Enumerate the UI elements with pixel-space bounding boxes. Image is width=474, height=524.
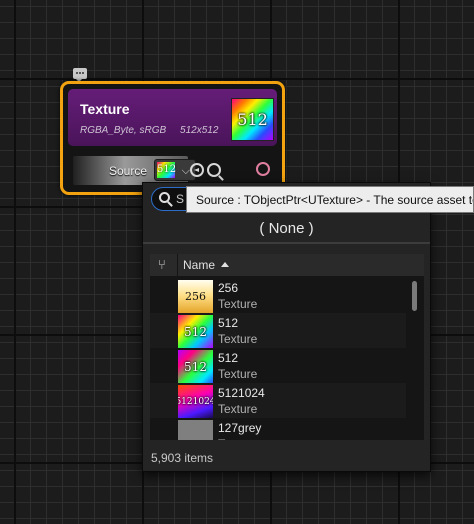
source-pin-row: Source 512 ⌵ bbox=[73, 156, 196, 185]
list-item[interactable]: 127grey Texture bbox=[150, 418, 406, 440]
asset-type: Texture bbox=[218, 367, 258, 381]
asset-name: 5121024 bbox=[218, 386, 265, 400]
node-subtitle: RGBA_Byte, sRGB 512x512 bbox=[80, 125, 219, 136]
node-header[interactable]: Texture RGBA_Byte, sRGB 512x512 512 bbox=[68, 89, 277, 146]
asset-name: 127grey bbox=[218, 421, 262, 435]
output-pin[interactable] bbox=[256, 162, 270, 176]
node-texture-thumbnail: 512 bbox=[231, 98, 274, 141]
thumbnail-label: 512 bbox=[237, 110, 268, 129]
use-selected-arrow-icon[interactable] bbox=[190, 163, 204, 177]
pin-tooltip: Source : TObjectPtr<UTexture> - The sour… bbox=[186, 186, 474, 213]
sort-ascending-icon bbox=[221, 262, 230, 267]
asset-name: 512 bbox=[218, 351, 239, 365]
name-column-header[interactable]: Name bbox=[178, 254, 406, 276]
source-asset-value: 512 bbox=[157, 162, 176, 178]
asset-thumbnail: 5121024 bbox=[178, 385, 213, 418]
branch-filter-icon: ⑂ bbox=[158, 258, 166, 273]
scrollbar-thumb[interactable] bbox=[412, 281, 417, 311]
asset-list: ⑂ Name 256 256 Texture 512 512 Texture 5… bbox=[150, 254, 424, 440]
none-option[interactable]: ( None ) bbox=[143, 217, 430, 241]
asset-type: Texture bbox=[218, 297, 258, 311]
list-scrollbar[interactable] bbox=[410, 278, 420, 438]
asset-type: Texture bbox=[218, 332, 258, 346]
asset-picker-dropdown: ( None ) ⑂ Name 256 256 Texture 512 512 … bbox=[142, 182, 431, 472]
name-column-label: Name bbox=[183, 258, 216, 272]
list-header: ⑂ Name bbox=[150, 254, 424, 276]
list-item[interactable]: 512 512 Texture bbox=[150, 313, 406, 348]
browse-magnifier-icon[interactable] bbox=[207, 163, 221, 177]
comment-bubble-icon[interactable] bbox=[73, 68, 87, 82]
list-item[interactable]: 256 256 Texture bbox=[150, 278, 406, 313]
texture-node[interactable]: Texture RGBA_Byte, sRGB 512x512 512 Sour… bbox=[60, 81, 285, 195]
asset-thumbnail: 512 bbox=[178, 350, 213, 383]
node-title: Texture bbox=[80, 101, 130, 117]
source-pin-label: Source bbox=[109, 164, 148, 178]
item-count: 5,903 items bbox=[151, 451, 214, 465]
chevron-down-icon: ⌵ bbox=[181, 164, 190, 177]
asset-type: Texture bbox=[218, 402, 258, 416]
list-item[interactable]: 512 512 Texture bbox=[150, 348, 406, 383]
asset-thumbnail: 256 bbox=[178, 280, 213, 313]
list-item[interactable]: 5121024 5121024 Texture bbox=[150, 383, 406, 418]
branch-column-header[interactable]: ⑂ bbox=[150, 254, 178, 276]
asset-name: 512 bbox=[218, 316, 239, 330]
asset-type: Texture bbox=[218, 437, 257, 440]
divider bbox=[143, 242, 430, 244]
asset-name: 256 bbox=[218, 281, 239, 295]
asset-thumbnail: 512 bbox=[178, 315, 213, 348]
search-icon bbox=[159, 192, 170, 203]
asset-thumbnail bbox=[178, 420, 213, 440]
tooltip-text: Source : TObjectPtr<UTexture> - The sour… bbox=[196, 193, 474, 207]
